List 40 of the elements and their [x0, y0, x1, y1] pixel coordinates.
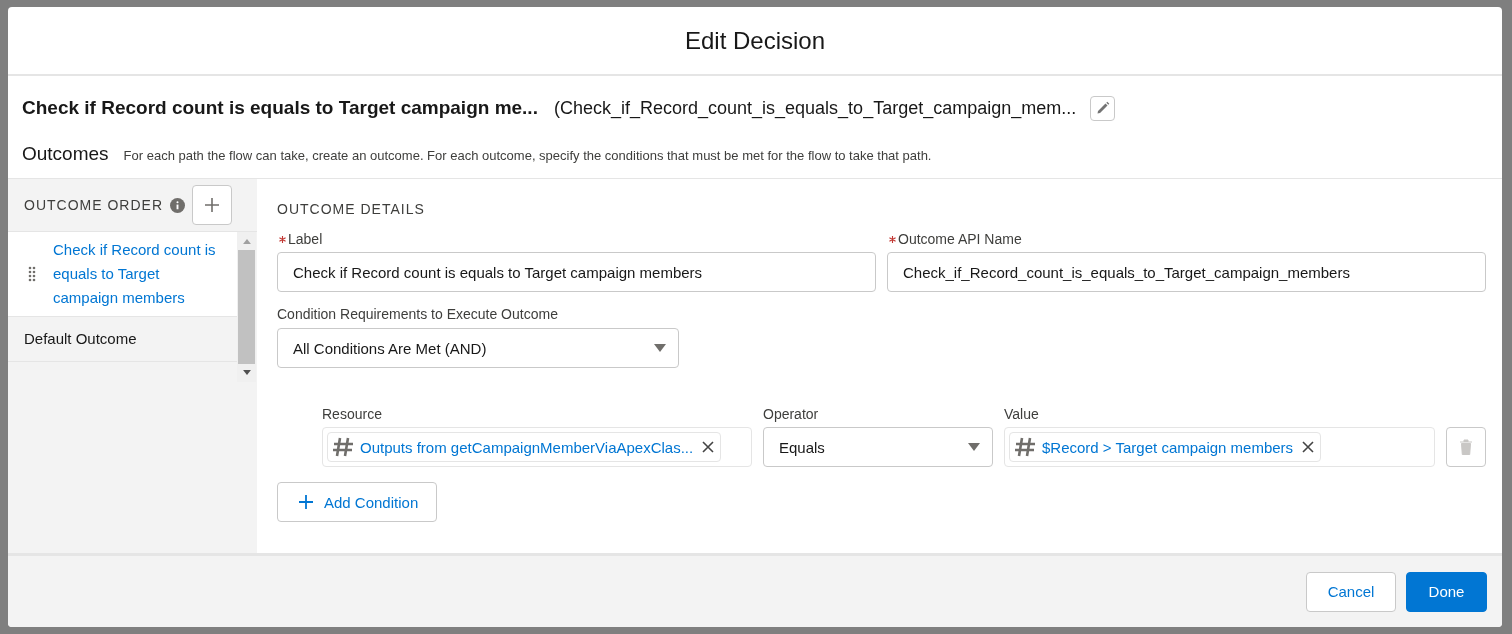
text-field[interactable]: Check if Record count is equals to Target campaign members	[277, 252, 876, 292]
modal-title: Edit Decision	[684, 26, 826, 55]
column-label: Value	[1004, 406, 1040, 422]
field-label: Label	[288, 231, 323, 247]
column-label: Resource	[322, 406, 383, 422]
section-description: For each path the flow can take, create an outcome. For each outcome, specify the conditions that must be met for the flow to take that path.	[123, 148, 932, 163]
pencil-icon	[1095, 101, 1110, 115]
drag-handle-icon[interactable]	[28, 266, 36, 282]
number-type-icon	[1015, 437, 1035, 457]
resource-pill[interactable]: Outputs from getCampaignMemberViaApexClas...	[327, 432, 722, 462]
field-label: Condition Requirements to Execute Outcome	[277, 306, 558, 322]
text-field[interactable]: Check_if_Record_count_is_equals_to_Target_campaign_members	[887, 252, 1486, 292]
operator-dropdown[interactable]: Equals	[763, 427, 993, 467]
panel-heading: OUTCOME ORDER	[24, 197, 163, 213]
resource-pill[interactable]: $Record > Target campaign members	[1009, 432, 1322, 462]
clear-icon[interactable]	[702, 441, 715, 453]
trash-icon	[1459, 439, 1473, 455]
add-condition-button[interactable]: Add Condition	[277, 482, 438, 522]
value-field[interactable]: $Record > Target campaign members	[1004, 427, 1435, 467]
caret-icon	[654, 344, 666, 352]
caret-icon	[968, 443, 980, 451]
edit-button[interactable]	[1090, 95, 1116, 121]
resource-field[interactable]: Outputs from getCampaignMemberViaApexClas...	[322, 427, 752, 467]
done-button[interactable]: Done	[1406, 571, 1487, 612]
add-outcome-button[interactable]	[192, 185, 232, 225]
column-label: Operator	[763, 406, 820, 422]
number-type-icon	[333, 437, 353, 457]
info-icon[interactable]	[170, 197, 185, 213]
element-label: Check if Record count is equals to Target campaign me...	[22, 97, 538, 119]
field-label: Outcome API Name	[898, 231, 1022, 247]
cancel-button[interactable]: Cancel	[1306, 571, 1396, 612]
plus-icon	[204, 197, 220, 213]
condition-requirements-dropdown[interactable]: All Conditions Are Met (AND)	[277, 328, 679, 368]
element-api-name: (Check_if_Record_count_is_equals_to_Target_campaign_mem...	[553, 97, 1077, 119]
clear-icon[interactable]	[1302, 441, 1315, 453]
section-title: Outcomes	[22, 143, 109, 165]
outcome-item[interactable]: Check if Record count is equals to Target campaign members	[8, 232, 237, 317]
panel-heading: OUTCOME DETAILS	[277, 201, 425, 217]
scroll-down-icon[interactable]	[241, 370, 252, 376]
plus-icon	[298, 494, 314, 510]
